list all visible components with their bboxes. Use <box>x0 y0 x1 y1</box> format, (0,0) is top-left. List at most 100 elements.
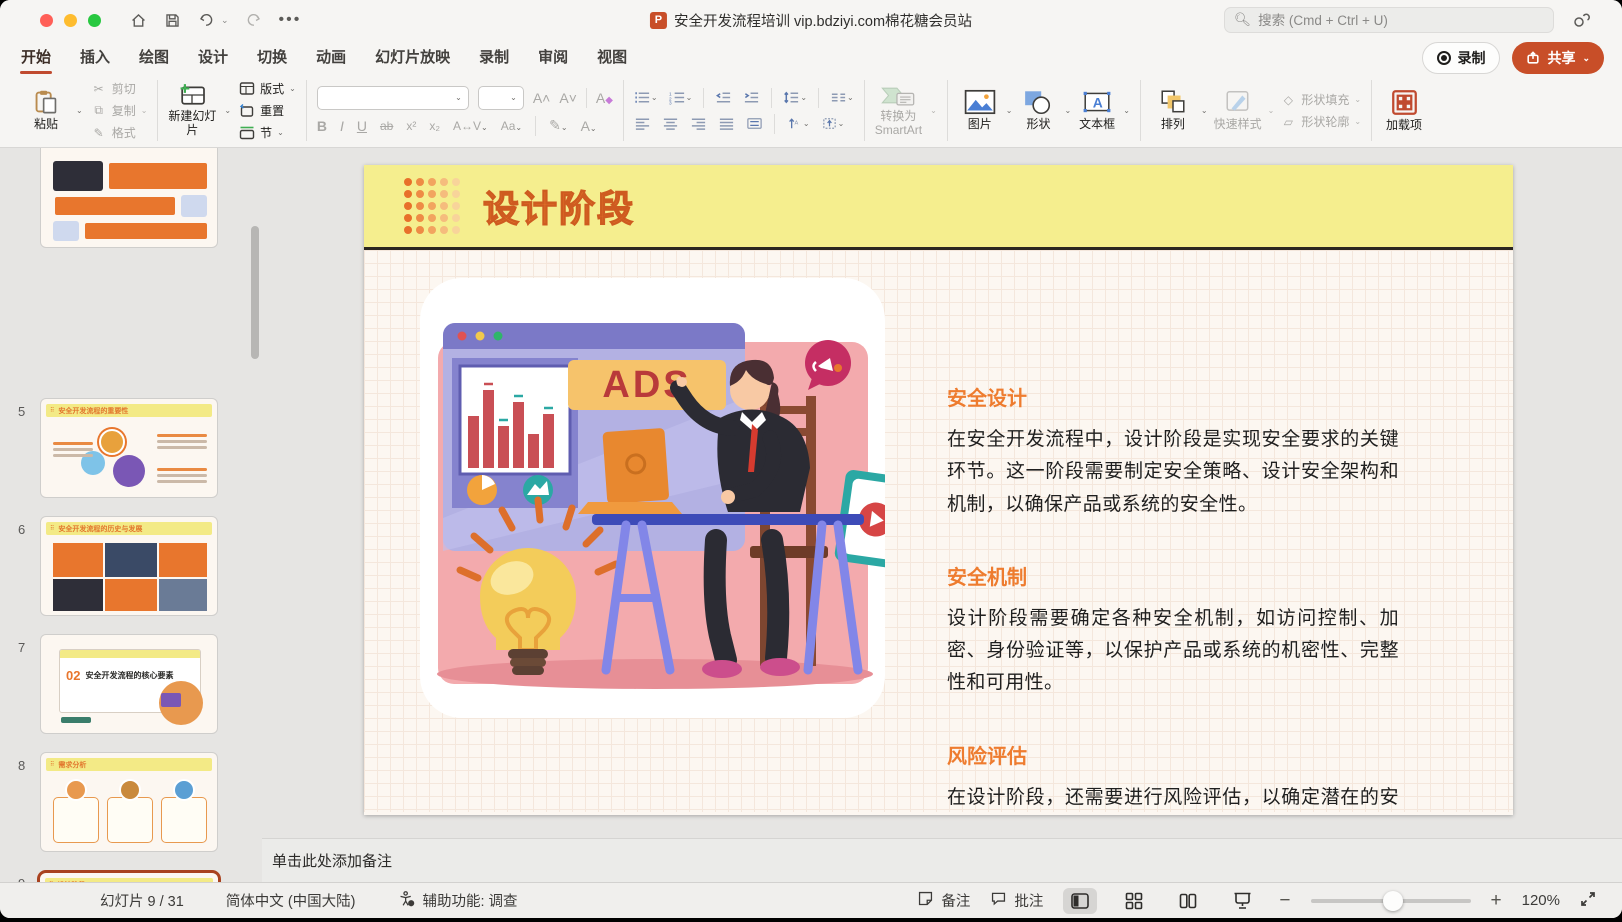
quick-styles-button[interactable]: 快速样式 <box>1214 89 1262 132</box>
smartart-chevron-icon[interactable]: ⌄ <box>930 106 937 115</box>
layout-button[interactable]: 版式⌄ <box>239 80 296 97</box>
reading-view-button[interactable] <box>1171 888 1205 914</box>
slide-canvas[interactable]: 设计阶段 <box>364 165 1513 815</box>
superscript-button[interactable]: x² <box>406 119 416 133</box>
save-icon[interactable] <box>163 11 181 29</box>
tab-insert[interactable]: 插入 <box>79 40 111 76</box>
decrease-indent-button[interactable] <box>715 90 732 105</box>
align-text-button[interactable]: ⌄ <box>821 116 845 131</box>
slide-illustration[interactable]: ADS <box>420 278 885 718</box>
zoom-in-button[interactable]: + <box>1491 890 1502 912</box>
record-button[interactable]: 录制 <box>1422 42 1500 74</box>
zoom-slider-knob[interactable] <box>1383 891 1403 911</box>
minimize-window-button[interactable] <box>64 14 77 27</box>
align-right-button[interactable] <box>690 116 707 131</box>
increase-font-icon[interactable]: A˄ <box>533 90 551 106</box>
slide-section[interactable]: 风险评估 在设计阶段，还需要进行风险评估，以确定潜在的安全威胁和漏洞，并采取相应… <box>947 740 1399 812</box>
thumbnail-slide-5[interactable]: ⠿安全开发流程的重要性 <box>40 398 218 498</box>
slide-title[interactable]: 设计阶段 <box>483 180 635 232</box>
numbering-button[interactable]: 123⌄ <box>669 90 693 105</box>
quick-styles-chevron-icon[interactable]: ⌄ <box>1268 106 1275 115</box>
thumbnail-slide-6[interactable]: ⠿安全开发流程的历史与发展 <box>40 516 218 616</box>
tab-home[interactable]: 开始 <box>20 40 52 76</box>
text-box-button[interactable]: A 文本框 <box>1075 89 1119 132</box>
columns-button[interactable]: ⌄ <box>830 90 854 105</box>
shape-fill-button[interactable]: ◇形状填充⌄ <box>1280 91 1361 108</box>
tab-review[interactable]: 审阅 <box>537 40 569 76</box>
zoom-level[interactable]: 120% <box>1522 892 1560 909</box>
redo-icon[interactable] <box>245 11 263 29</box>
convert-to-smartart-button[interactable]: 转换为SmartArt <box>875 84 922 138</box>
new-slide-chevron-icon[interactable]: ⌄ <box>224 106 231 115</box>
subscript-button[interactable]: x₂ <box>429 119 440 133</box>
shape-outline-button[interactable]: ▱形状轮廓⌄ <box>1280 113 1361 130</box>
clear-formatting-icon[interactable]: A◆ <box>596 90 613 106</box>
tab-slideshow[interactable]: 幻灯片放映 <box>374 40 451 76</box>
fullscreen-window-button[interactable] <box>88 14 101 27</box>
tab-draw[interactable]: 绘图 <box>138 40 170 76</box>
distribute-button[interactable] <box>746 116 763 131</box>
font-color-button[interactable]: A⌄ <box>581 118 597 134</box>
decrease-font-icon[interactable]: A˅ <box>559 90 577 106</box>
justify-button[interactable] <box>718 116 735 131</box>
arrange-button[interactable]: 排列 <box>1151 89 1195 132</box>
font-name-combo[interactable]: ⌄ <box>317 86 469 110</box>
home-icon[interactable] <box>129 11 147 29</box>
format-painter-button[interactable]: ✎格式 <box>91 124 148 141</box>
picture-button[interactable]: 图片 <box>958 89 1002 132</box>
section-heading[interactable]: 安全机制 <box>947 561 1399 590</box>
addins-button[interactable]: 加载项 <box>1382 89 1426 133</box>
section-heading[interactable]: 风险评估 <box>947 740 1399 769</box>
slide-editor-canvas[interactable]: 设计阶段 <box>262 148 1622 838</box>
slideshow-button[interactable] <box>1225 888 1259 914</box>
italic-button[interactable]: I <box>340 118 344 134</box>
tab-record[interactable]: 录制 <box>478 40 510 76</box>
increase-indent-button[interactable] <box>743 90 760 105</box>
accessibility-status[interactable]: 辅助功能: 调查 <box>423 890 518 911</box>
tab-design[interactable]: 设计 <box>197 40 229 76</box>
highlight-color-button[interactable]: ✎⌄ <box>549 117 567 134</box>
paste-button[interactable]: 粘贴 <box>24 89 68 132</box>
zoom-slider[interactable] <box>1311 899 1471 903</box>
thumbnail-slide-4[interactable] <box>40 148 218 248</box>
line-spacing-button[interactable]: ⌄ <box>783 90 807 105</box>
notes-toggle-button[interactable]: 备注 <box>917 890 970 911</box>
section-body[interactable]: 在设计阶段，还需要进行风险评估，以确定潜在的安全威胁和漏洞，并采取相应的缓解措施… <box>947 782 1399 812</box>
text-direction-button[interactable]: A⌄ <box>786 116 810 131</box>
slide-thumbnail-panel[interactable]: 5 ⠿安全开发流程的重要性 6 ⠿安全开发流程的历史与发展 7 <box>0 148 262 882</box>
notes-placeholder[interactable]: 单击此处添加备注 <box>272 850 392 871</box>
picture-chevron-icon[interactable]: ⌄ <box>1006 106 1013 115</box>
tab-animations[interactable]: 动画 <box>315 40 347 76</box>
close-window-button[interactable] <box>40 14 53 27</box>
more-toolbar-icon[interactable]: ••• <box>279 11 302 29</box>
share-button[interactable]: 共享 ⌄ <box>1512 42 1604 74</box>
font-size-combo[interactable]: ⌄ <box>478 86 524 110</box>
thumbnail-slide-8[interactable]: ⠿需求分析 <box>40 752 218 852</box>
language-indicator[interactable]: 简体中文 (中国大陆) <box>226 890 356 911</box>
slide-section[interactable]: 安全设计 在安全开发流程中，设计阶段是实现安全要求的关键环节。这一阶段需要制定安… <box>947 382 1399 521</box>
reset-button[interactable]: 重置 <box>239 102 296 119</box>
new-slide-button[interactable]: 新建幻灯片 <box>168 83 216 138</box>
shapes-button[interactable]: 形状 <box>1016 89 1060 132</box>
comments-toggle-button[interactable]: 批注 <box>990 890 1043 911</box>
shapes-chevron-icon[interactable]: ⌄ <box>1064 106 1071 115</box>
text-box-chevron-icon[interactable]: ⌄ <box>1123 106 1130 115</box>
slide-sorter-view-button[interactable] <box>1117 888 1151 914</box>
sidebar-scrollbar[interactable] <box>251 226 259 359</box>
search-input[interactable] <box>1258 13 1544 28</box>
slide-title-bar[interactable]: 设计阶段 <box>364 165 1513 250</box>
section-heading[interactable]: 安全设计 <box>947 382 1399 411</box>
presence-icon[interactable] <box>1570 9 1592 31</box>
arrange-chevron-icon[interactable]: ⌄ <box>1201 106 1208 115</box>
tab-transitions[interactable]: 切换 <box>256 40 288 76</box>
tab-view[interactable]: 视图 <box>596 40 628 76</box>
normal-view-button[interactable] <box>1063 888 1097 914</box>
underline-button[interactable]: U <box>357 118 367 134</box>
section-button[interactable]: 节⌄ <box>239 124 296 141</box>
thumbnail-slide-9-selected[interactable]: ⠿设计阶段 ADS <box>37 870 221 882</box>
bold-button[interactable]: B <box>317 118 327 134</box>
align-center-button[interactable] <box>662 116 679 131</box>
notes-pane[interactable]: 单击此处添加备注 <box>262 838 1622 882</box>
paste-chevron-icon[interactable]: ⌄ <box>76 106 83 115</box>
character-spacing-button[interactable]: A↔V⌄ <box>453 119 488 133</box>
